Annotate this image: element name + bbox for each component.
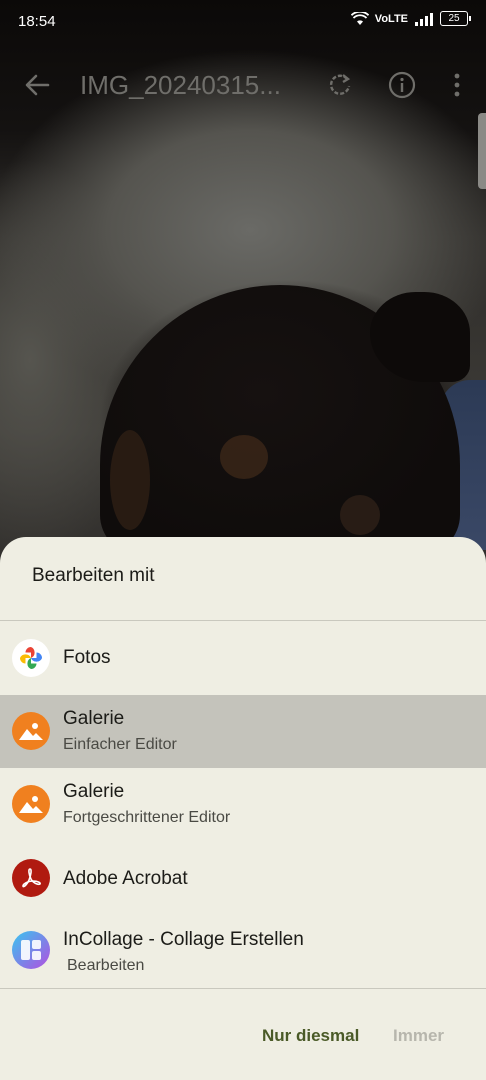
edit-with-sheet: Bearbeiten mit Fotos Galerie Einfacher E…	[0, 537, 486, 1080]
back-arrow-icon[interactable]	[22, 70, 52, 100]
app-option-incollage[interactable]: InCollage - Collage Erstellen Bearbeiten	[0, 915, 486, 987]
app-label: Adobe Acrobat	[63, 868, 188, 889]
app-option-fotos[interactable]: Fotos	[0, 621, 486, 695]
gallery-icon	[12, 785, 50, 823]
rotate-icon[interactable]	[325, 70, 355, 100]
status-time: 18:54	[18, 13, 56, 30]
volte-indicator: VoLTE	[374, 12, 408, 25]
incollage-icon	[12, 931, 50, 969]
app-option-galerie-simple[interactable]: Galerie Einfacher Editor	[0, 695, 486, 768]
status-bar: 18:54 VoLTE 25	[0, 0, 486, 44]
battery-icon: 25	[440, 11, 471, 26]
gallery-icon	[12, 712, 50, 750]
app-subtitle: Fortgeschrittener Editor	[63, 809, 231, 826]
viewer-toolbar: IMG_20240315...	[0, 56, 486, 116]
dog-marking	[220, 435, 268, 479]
just-once-button[interactable]: Nur diesmal	[262, 1026, 359, 1046]
dog-marking	[340, 495, 380, 535]
google-photos-icon	[12, 639, 50, 677]
edge-panel-handle[interactable]	[478, 113, 486, 189]
app-option-adobe-acrobat[interactable]: Adobe Acrobat	[0, 841, 486, 915]
dog-marking	[110, 430, 150, 530]
app-option-galerie-advanced[interactable]: Galerie Fortgeschrittener Editor	[0, 768, 486, 841]
always-button[interactable]: Immer	[393, 1026, 444, 1046]
app-label: Galerie	[63, 781, 125, 802]
wifi-icon	[350, 11, 369, 25]
app-label: InCollage - Collage Erstellen	[63, 929, 304, 950]
sheet-title: Bearbeiten mit	[32, 565, 155, 586]
image-title: IMG_20240315...	[80, 70, 281, 100]
signal-icon	[415, 12, 433, 26]
app-subtitle: Einfacher Editor	[63, 736, 177, 753]
more-vert-icon[interactable]	[442, 70, 472, 100]
info-icon[interactable]	[387, 70, 417, 100]
app-label: Fotos	[63, 647, 111, 668]
divider	[0, 988, 486, 989]
app-subtitle: Bearbeiten	[67, 957, 145, 974]
adobe-acrobat-icon	[12, 859, 50, 897]
app-label: Galerie	[63, 708, 125, 729]
